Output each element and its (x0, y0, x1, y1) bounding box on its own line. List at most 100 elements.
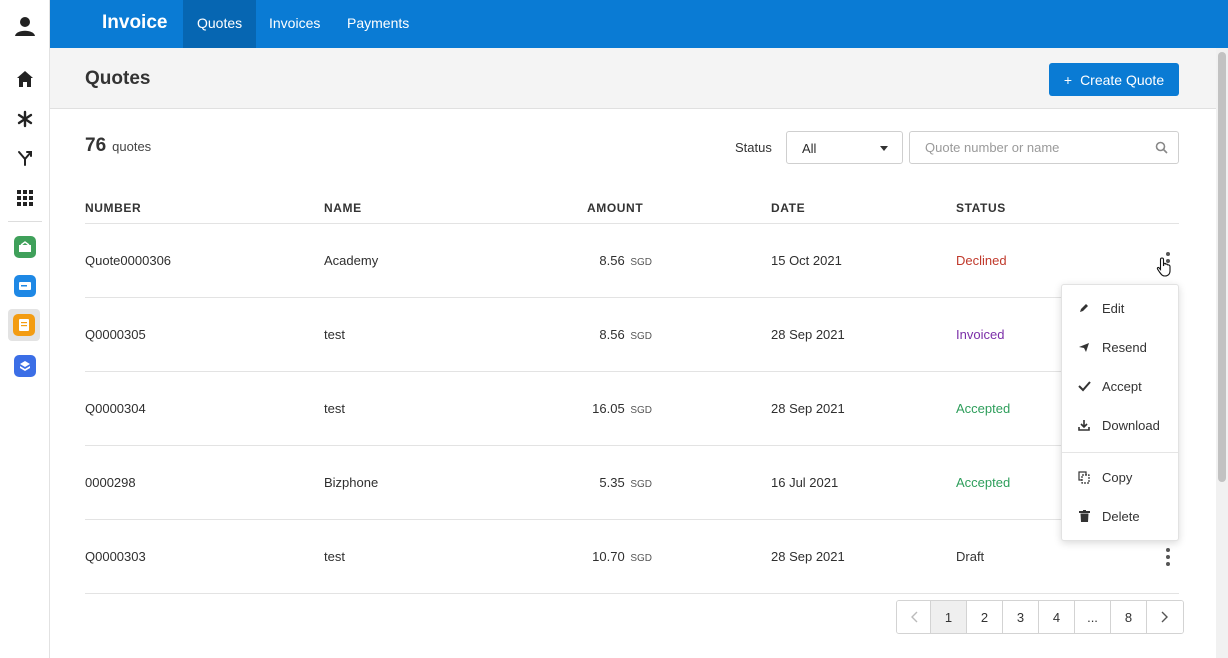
prev-page-button[interactable] (897, 601, 931, 633)
quote-amount: 10.70 SGD (522, 549, 652, 564)
quote-number[interactable]: Q0000303 (85, 549, 146, 564)
amount-value: 16.05 (592, 401, 625, 416)
tab-payments[interactable]: Payments (333, 0, 423, 48)
quote-date: 28 Sep 2021 (771, 327, 845, 342)
quote-number[interactable]: Q0000304 (85, 401, 146, 416)
column-header-number[interactable]: NUMBER (85, 201, 141, 215)
menu-divider (1062, 452, 1178, 453)
quote-number[interactable]: 0000298 (85, 475, 136, 490)
row-actions-menu: Edit Resend Accept Download Copy Delete (1061, 284, 1179, 541)
next-page-button[interactable] (1147, 601, 1183, 633)
quote-count: 76 quotes (85, 135, 151, 157)
page-1-button[interactable]: 1 (931, 601, 967, 633)
currency: SGD (630, 479, 652, 490)
page-2-button[interactable]: 2 (967, 601, 1003, 633)
app-title: Invoice (102, 12, 168, 33)
column-header-amount[interactable]: AMOUNT (587, 201, 643, 215)
status-select-value: All (802, 141, 817, 156)
chevron-left-icon (910, 611, 917, 623)
currency: SGD (630, 257, 652, 268)
quote-number[interactable]: Quote0000306 (85, 253, 171, 268)
asterisk-icon[interactable] (0, 102, 49, 136)
quote-amount: 8.56 SGD (522, 253, 652, 268)
tab-quotes[interactable]: Quotes (183, 0, 257, 48)
page-3-button[interactable]: 3 (1003, 601, 1039, 633)
page-scrollbar[interactable] (1216, 48, 1228, 658)
quote-count-label: quotes (112, 139, 152, 154)
table-row[interactable]: Quote0000306 Academy 8.56 SGD 15 Oct 202… (85, 224, 1179, 298)
quote-number[interactable]: Q0000305 (85, 327, 146, 342)
status-badge: Declined (956, 253, 1007, 268)
status-badge: Accepted (956, 475, 1011, 490)
currency: SGD (630, 331, 652, 342)
menu-item-resend[interactable]: Resend (1062, 329, 1178, 365)
copy-icon (1076, 470, 1092, 484)
quote-amount: 5.35 SGD (522, 475, 652, 490)
trash-icon (1076, 510, 1092, 522)
page-title: Quotes (85, 68, 151, 89)
quote-name: test (324, 549, 345, 564)
quote-amount: 16.05 SGD (522, 401, 652, 416)
scrollbar-thumb[interactable] (1218, 52, 1226, 482)
menu-item-edit[interactable]: Edit (1062, 290, 1178, 326)
menu-item-label: Download (1102, 417, 1160, 433)
table-row[interactable]: Q0000303 test 10.70 SGD 28 Sep 2021 Draf… (85, 520, 1179, 594)
more-options-icon[interactable] (1163, 547, 1173, 567)
plus-icon: + (1063, 71, 1073, 88)
amount-value: 10.70 (592, 549, 625, 564)
blue-app-icon[interactable] (0, 269, 49, 303)
home-icon[interactable] (0, 62, 49, 96)
quote-name: test (324, 327, 345, 342)
status-filter-label: Status (735, 140, 772, 155)
amount-value: 8.56 (599, 327, 625, 342)
menu-item-label: Resend (1102, 339, 1147, 355)
create-quote-label: Create Quote (1080, 71, 1165, 88)
rail-divider (8, 221, 42, 222)
grid-icon[interactable] (0, 181, 49, 215)
column-header-status[interactable]: STATUS (956, 201, 1006, 215)
download-icon (1076, 419, 1092, 431)
purple-app-icon[interactable] (0, 349, 49, 383)
page-8-button[interactable]: 8 (1111, 601, 1147, 633)
tab-invoices[interactable]: Invoices (255, 0, 334, 48)
quote-name: Academy (324, 253, 379, 268)
status-select[interactable]: All (786, 131, 903, 164)
pencil-icon (1076, 302, 1092, 314)
column-header-date[interactable]: DATE (771, 201, 805, 215)
chevron-down-icon (880, 146, 888, 151)
checkmark-icon (1076, 380, 1092, 392)
menu-item-copy[interactable]: Copy (1062, 459, 1178, 495)
column-header-name[interactable]: NAME (324, 201, 362, 215)
status-badge: Invoiced (956, 327, 1005, 342)
menu-item-delete[interactable]: Delete (1062, 498, 1178, 534)
search-input[interactable] (911, 133, 1147, 162)
branch-icon[interactable] (0, 141, 49, 175)
orange-app-icon[interactable] (8, 309, 40, 341)
app-rail (0, 0, 50, 658)
menu-item-accept[interactable]: Accept (1062, 368, 1178, 404)
menu-item-label: Copy (1102, 469, 1133, 485)
hand-cursor-icon (1156, 257, 1174, 282)
quote-date: 15 Oct 2021 (771, 253, 842, 268)
send-icon (1076, 341, 1092, 353)
table-row[interactable]: 0000298 Bizphone 5.35 SGD 16 Jul 2021 Ac… (85, 446, 1179, 520)
quote-date: 28 Sep 2021 (771, 401, 845, 416)
amount-value: 8.56 (599, 253, 625, 268)
user-icon[interactable] (0, 9, 49, 43)
menu-item-label: Accept (1102, 378, 1142, 394)
page-4-button[interactable]: 4 (1039, 601, 1075, 633)
quote-amount: 8.56 SGD (522, 327, 652, 342)
status-badge: Draft (956, 549, 985, 564)
page-ellipsis: ... (1075, 601, 1111, 633)
chevron-right-icon (1161, 611, 1168, 623)
currency: SGD (630, 405, 652, 416)
amount-value: 5.35 (599, 475, 625, 490)
search-icon[interactable] (1155, 141, 1168, 159)
quote-name: Bizphone (324, 475, 379, 490)
table-row[interactable]: Q0000304 test 16.05 SGD 28 Sep 2021 Acce… (85, 372, 1179, 446)
table-row[interactable]: Q0000305 test 8.56 SGD 28 Sep 2021 Invoi… (85, 298, 1179, 372)
table-bottom-divider (85, 593, 1179, 594)
menu-item-download[interactable]: Download (1062, 407, 1178, 443)
create-quote-button[interactable]: + Create Quote (1049, 63, 1179, 96)
green-app-icon[interactable] (0, 230, 49, 264)
